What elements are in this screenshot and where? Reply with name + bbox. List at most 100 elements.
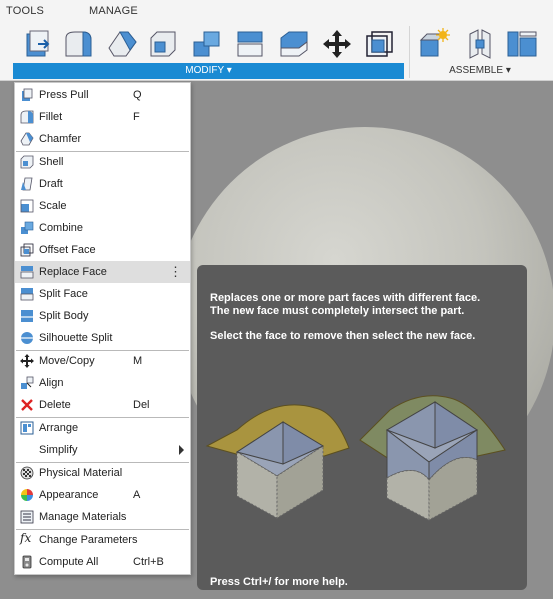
fillet-tool-button[interactable]: [62, 27, 96, 61]
chamfer-tool-button[interactable]: [105, 27, 139, 61]
menu-item-move-copy[interactable]: Move/Copy M: [15, 350, 190, 372]
menu-item-label: Silhouette Split: [39, 332, 113, 344]
menu-item-label: Split Body: [39, 310, 89, 322]
menu-item-label: Press Pull: [39, 89, 89, 101]
menu-item-shortcut: F: [133, 111, 140, 123]
menu-item-label: Appearance: [39, 489, 99, 501]
assemble-panel-tool-button[interactable]: [505, 27, 539, 61]
delete-icon: [21, 399, 33, 411]
menu-item-change-parameters[interactable]: fx Change Parameters: [15, 529, 190, 551]
menu-item-label: Chamfer: [39, 133, 82, 145]
press-pull-tool-button[interactable]: [20, 27, 54, 61]
menu-item-shortcut: Del: [133, 399, 150, 411]
compute-all-icon: [22, 555, 32, 569]
menu-item-shell[interactable]: Shell: [15, 151, 190, 173]
menu-item-label: Shell: [39, 156, 64, 168]
menu-item-label: Move/Copy: [39, 355, 95, 367]
menu-item-shortcut: A: [133, 489, 141, 501]
new-component-icon: [419, 28, 450, 57]
move-copy-icon: [20, 354, 34, 368]
appearance-icon: [21, 489, 33, 501]
arrange-icon: [20, 421, 34, 435]
menu-item-shortcut: Q: [133, 89, 142, 101]
chamfer-icon: [20, 132, 34, 146]
modify-menu: Press Pull Q Fillet F Chamfer Shell Draf…: [14, 82, 191, 575]
assemble-label: ASSEMBLE: [449, 65, 504, 76]
menu-item-replace-face[interactable]: Replace Face ⋮: [15, 261, 190, 283]
menu-item-label: Draft: [39, 178, 63, 190]
replace-face-tool-button[interactable]: [233, 27, 267, 61]
function-fx-icon: fx: [20, 531, 32, 545]
tooltip-description-line-1: Replaces one or more part faces with dif…: [210, 292, 481, 304]
tooltip-instruction: Select the face to remove then select th…: [210, 330, 476, 342]
fillet-icon: [20, 110, 34, 124]
replace-face-illustration: [205, 395, 506, 521]
modify-label: MODIFY: [185, 65, 224, 76]
offset-face-icon: [20, 243, 34, 257]
menu-item-press-pull[interactable]: Press Pull Q: [15, 84, 190, 106]
offset-face-icon: [366, 31, 393, 57]
menu-item-simplify[interactable]: Simplify: [15, 439, 190, 461]
menu-item-label: Scale: [39, 200, 67, 212]
menu-item-label: Align: [39, 377, 64, 389]
tab-manage[interactable]: MANAGE: [89, 5, 138, 17]
menu-item-label: Change Parameters: [39, 534, 138, 546]
menu-item-fillet[interactable]: Fillet F: [15, 106, 190, 128]
menu-item-manage-materials[interactable]: Manage Materials: [15, 506, 190, 528]
toolbar-separator: [409, 26, 410, 78]
more-options-icon[interactable]: ⋮: [169, 264, 182, 280]
menu-item-label: Fillet: [39, 111, 63, 123]
press-pull-icon: [22, 88, 33, 101]
new-component-tool-button[interactable]: [417, 27, 451, 61]
chamfer-icon: [108, 31, 137, 57]
shell-icon: [150, 31, 176, 57]
menu-item-physical-material[interactable]: Physical Material: [15, 462, 190, 484]
menu-item-offset-face[interactable]: Offset Face: [15, 239, 190, 261]
menu-item-split-face[interactable]: Split Face: [15, 283, 190, 305]
shell-icon: [20, 155, 34, 169]
replace-face-icon: [237, 31, 263, 57]
menu-item-arrange[interactable]: Arrange: [15, 417, 190, 439]
assemble-dropdown[interactable]: ASSEMBLE ▾: [415, 63, 545, 79]
menu-item-label: Arrange: [39, 422, 79, 434]
menu-item-label: Delete: [39, 399, 71, 411]
caret-down-icon: ▾: [226, 65, 232, 76]
menu-item-combine[interactable]: Combine: [15, 217, 190, 239]
split-body-icon: [21, 310, 33, 322]
manage-materials-icon: [20, 510, 34, 524]
joint-tool-button[interactable]: [463, 27, 497, 61]
before-illustration: [205, 404, 350, 519]
menu-item-label: Simplify: [39, 444, 78, 456]
fillet-icon: [65, 31, 92, 57]
menu-item-shortcut: M: [133, 355, 143, 367]
combine-icon: [193, 31, 220, 57]
menu-item-compute-all[interactable]: Compute All Ctrl+B: [15, 551, 190, 573]
draft-icon: [21, 177, 33, 191]
silhouette-split-icon: [21, 332, 33, 344]
menu-item-appearance[interactable]: Appearance A: [15, 484, 190, 506]
menu-item-label: Physical Material: [39, 467, 123, 479]
modify-dropdown[interactable]: MODIFY ▾: [13, 63, 404, 79]
menu-item-align[interactable]: Align: [15, 372, 190, 394]
move-copy-tool-button[interactable]: [320, 27, 354, 61]
joint-icon: [469, 29, 491, 59]
split-face-tool-button[interactable]: [277, 27, 311, 61]
menu-item-chamfer[interactable]: Chamfer: [15, 128, 190, 150]
offset-face-tool-button[interactable]: [363, 27, 397, 61]
after-illustration: [359, 395, 506, 521]
replace-face-icon: [20, 266, 34, 279]
menu-item-split-body[interactable]: Split Body: [15, 305, 190, 327]
move-copy-icon: [323, 30, 351, 58]
menu-item-label: Split Face: [39, 288, 88, 300]
scale-icon: [20, 199, 34, 213]
combine-tool-button[interactable]: [190, 27, 224, 61]
menu-item-silhouette-split[interactable]: Silhouette Split: [15, 327, 190, 349]
align-icon: [21, 376, 34, 389]
menu-item-label: Compute All: [39, 556, 99, 568]
tab-tools[interactable]: TOOLS: [6, 5, 44, 17]
menu-item-scale[interactable]: Scale: [15, 195, 190, 217]
menu-item-label: Combine: [39, 222, 84, 234]
menu-item-delete[interactable]: Delete Del: [15, 394, 190, 416]
menu-item-draft[interactable]: Draft: [15, 173, 190, 195]
shell-tool-button[interactable]: [146, 27, 180, 61]
